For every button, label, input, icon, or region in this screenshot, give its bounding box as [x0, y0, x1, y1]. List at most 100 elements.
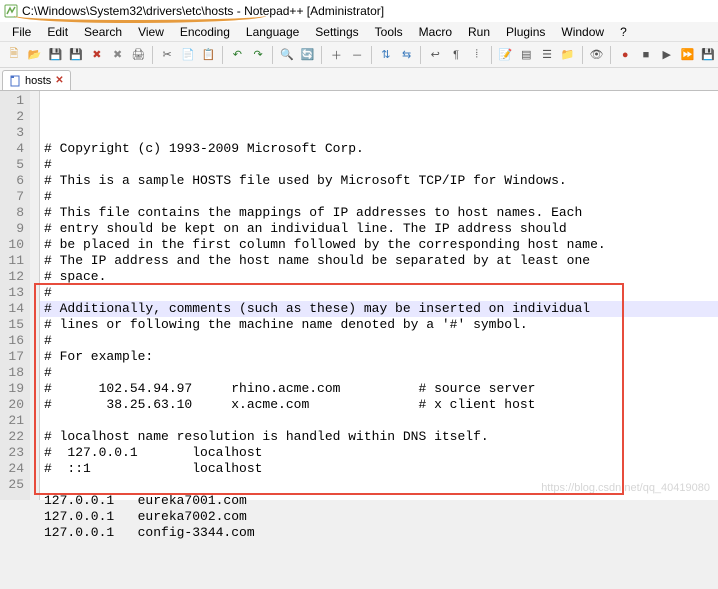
toolbar-separator: [152, 46, 153, 64]
line-number: 5: [0, 157, 24, 173]
copy-icon[interactable]: 📄: [178, 45, 198, 65]
line-number: 7: [0, 189, 24, 205]
save-icon[interactable]: 💾: [46, 45, 66, 65]
code-line[interactable]: # space.: [44, 269, 718, 285]
find-icon[interactable]: 🔍: [277, 45, 297, 65]
menu-file[interactable]: File: [4, 23, 39, 41]
menu-[interactable]: ?: [612, 23, 635, 41]
record-macro-icon[interactable]: ●: [615, 45, 635, 65]
line-number: 9: [0, 221, 24, 237]
code-line[interactable]: # be placed in the first column followed…: [44, 237, 718, 253]
close-all-icon[interactable]: ✖: [108, 45, 128, 65]
undo-icon[interactable]: ↶: [227, 45, 247, 65]
tab-label: hosts: [25, 75, 51, 87]
titlebar: C:\Windows\System32\drivers\etc\hosts - …: [0, 0, 718, 22]
line-number: 17: [0, 349, 24, 365]
code-line[interactable]: # The IP address and the host name shoul…: [44, 253, 718, 269]
menu-tools[interactable]: Tools: [367, 23, 411, 41]
line-number: 1: [0, 93, 24, 109]
zoom-in-icon[interactable]: ＋: [326, 45, 346, 65]
line-number: 24: [0, 461, 24, 477]
code-line[interactable]: # For example:: [44, 349, 718, 365]
code-line[interactable]: 127.0.0.1 eureka7002.com: [44, 509, 718, 525]
func-list-icon[interactable]: ☰: [537, 45, 557, 65]
menu-run[interactable]: Run: [460, 23, 498, 41]
code-line[interactable]: #: [44, 365, 718, 381]
code-line[interactable]: # lines or following the machine name de…: [44, 317, 718, 333]
code-line[interactable]: # localhost name resolution is handled w…: [44, 429, 718, 445]
line-number: 14: [0, 301, 24, 317]
folder-tree-icon[interactable]: 📁: [558, 45, 578, 65]
code-line[interactable]: # 127.0.0.1 localhost: [44, 445, 718, 461]
toolbar-separator: [491, 46, 492, 64]
monitor-icon[interactable]: 👁: [587, 45, 607, 65]
line-number: 3: [0, 125, 24, 141]
play-macro-icon[interactable]: ▶: [657, 45, 677, 65]
menu-encoding[interactable]: Encoding: [172, 23, 238, 41]
code-line[interactable]: [44, 413, 718, 429]
new-file-icon[interactable]: 🗎: [4, 45, 24, 65]
menu-macro[interactable]: Macro: [411, 23, 460, 41]
code-line[interactable]: #: [44, 285, 718, 301]
code-line[interactable]: #: [44, 333, 718, 349]
sync-v-icon[interactable]: ⇅: [376, 45, 396, 65]
paste-icon[interactable]: 📋: [199, 45, 219, 65]
toolbar-separator: [222, 46, 223, 64]
redo-icon[interactable]: ↷: [248, 45, 268, 65]
wordwrap-icon[interactable]: ↩: [425, 45, 445, 65]
replace-icon[interactable]: 🔄: [298, 45, 318, 65]
cut-icon[interactable]: ✂: [157, 45, 177, 65]
code-line[interactable]: 127.0.0.1 eureka7001.com: [44, 493, 718, 509]
sync-h-icon[interactable]: ⇆: [397, 45, 417, 65]
zoom-out-icon[interactable]: －: [347, 45, 367, 65]
tab-close-icon[interactable]: ✕: [55, 75, 63, 86]
menu-settings[interactable]: Settings: [307, 23, 366, 41]
line-number: 19: [0, 381, 24, 397]
line-number: 18: [0, 365, 24, 381]
play-multi-icon[interactable]: ⏩: [678, 45, 698, 65]
code-line[interactable]: # 38.25.63.10 x.acme.com # x client host: [44, 397, 718, 413]
code-line[interactable]: # ::1 localhost: [44, 461, 718, 477]
code-line[interactable]: [44, 477, 718, 493]
menu-search[interactable]: Search: [76, 23, 130, 41]
code-line[interactable]: #: [44, 189, 718, 205]
menubar: FileEditSearchViewEncodingLanguageSettin…: [0, 22, 718, 42]
line-number: 4: [0, 141, 24, 157]
doc-map-icon[interactable]: ▤: [516, 45, 536, 65]
tab-hosts[interactable]: hosts ✕: [2, 70, 71, 90]
window-title: C:\Windows\System32\drivers\etc\hosts - …: [22, 4, 384, 18]
indentguide-icon[interactable]: ⦙: [467, 45, 487, 65]
save-macro-icon[interactable]: 💾: [698, 45, 718, 65]
menu-view[interactable]: View: [130, 23, 172, 41]
code-line[interactable]: # Copyright (c) 1993-2009 Microsoft Corp…: [44, 141, 718, 157]
line-number: 12: [0, 269, 24, 285]
toolbar: 🗎📂💾💾✖✖🖨✂📄📋↶↷🔍🔄＋－⇅⇆↩¶⦙📝▤☰📁👁●■▶⏩💾: [0, 42, 718, 68]
allchars-icon[interactable]: ¶: [446, 45, 466, 65]
menu-edit[interactable]: Edit: [39, 23, 76, 41]
code-line[interactable]: # This is a sample HOSTS file used by Mi…: [44, 173, 718, 189]
print-icon[interactable]: 🖨: [129, 45, 149, 65]
menu-window[interactable]: Window: [553, 23, 612, 41]
code-line[interactable]: # entry should be kept on an individual …: [44, 221, 718, 237]
lang-icon[interactable]: 📝: [496, 45, 516, 65]
code-line[interactable]: # Additionally, comments (such as these)…: [44, 301, 718, 317]
toolbar-separator: [420, 46, 421, 64]
line-number: 15: [0, 317, 24, 333]
save-all-icon[interactable]: 💾: [66, 45, 86, 65]
close-icon[interactable]: ✖: [87, 45, 107, 65]
stop-macro-icon[interactable]: ■: [636, 45, 656, 65]
menu-language[interactable]: Language: [238, 23, 307, 41]
line-number: 8: [0, 205, 24, 221]
code-line[interactable]: # This file contains the mappings of IP …: [44, 205, 718, 221]
line-number: 16: [0, 333, 24, 349]
editor[interactable]: 1234567891011121314151617181920212223242…: [0, 90, 718, 500]
toolbar-separator: [321, 46, 322, 64]
code-line[interactable]: 127.0.0.1 config-3344.com: [44, 525, 718, 541]
code-line[interactable]: #: [44, 157, 718, 173]
menu-plugins[interactable]: Plugins: [498, 23, 553, 41]
code-area[interactable]: # Copyright (c) 1993-2009 Microsoft Corp…: [40, 91, 718, 500]
line-number: 10: [0, 237, 24, 253]
app-icon: [4, 4, 18, 18]
open-file-icon[interactable]: 📂: [25, 45, 45, 65]
code-line[interactable]: # 102.54.94.97 rhino.acme.com # source s…: [44, 381, 718, 397]
